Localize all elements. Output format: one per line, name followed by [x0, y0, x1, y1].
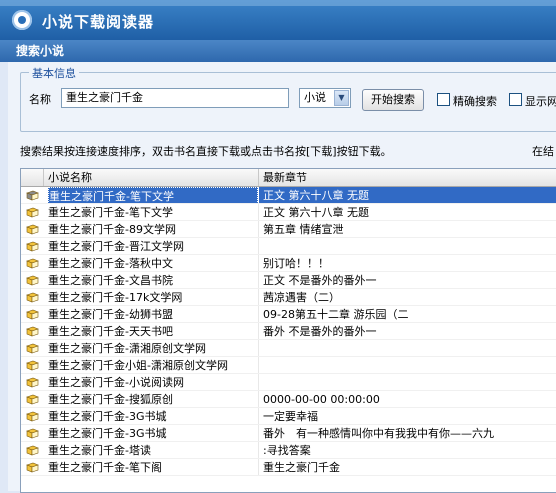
- table-row[interactable]: 重生之豪门千金-潇湘原创文学网: [21, 340, 556, 357]
- cell-latest-chapter: [259, 357, 556, 374]
- table-row[interactable]: 重生之豪门千金-3G书城 番外 有一种感情叫你中有我我中有你——六九: [21, 425, 556, 442]
- table-row[interactable]: 重生之豪门千金-天天书吧 番外 不是番外的番外一: [21, 323, 556, 340]
- table-header: 小说名称 最新章节: [21, 169, 556, 187]
- cell-novel-name[interactable]: 重生之豪门千金-笔下阁: [48, 459, 259, 476]
- table-row[interactable]: 重生之豪门千金-搜狐原创 0000-00-00 00:00:00: [21, 391, 556, 408]
- cell-latest-chapter: 番外 不是番外的番外一: [263, 325, 377, 338]
- book-icon: [26, 445, 39, 456]
- table-row[interactable]: 重生之豪门千金-幼狮书盟 09-28第五十二章 游乐园（二: [21, 306, 556, 323]
- book-icon: [26, 411, 39, 422]
- table-row[interactable]: 重生之豪门千金-笔下阁 重生之豪门千金: [21, 459, 556, 476]
- cell-latest-chapter: 一定要幸福: [263, 410, 318, 423]
- app-title: 小说下载阅读器: [42, 13, 155, 31]
- cell-novel-name[interactable]: 重生之豪门千金-文昌书院: [48, 272, 259, 289]
- cell-latest-chapter: 正文 第六十八章 无题: [263, 206, 369, 219]
- cell-novel-name[interactable]: 重生之豪门千金-17k文学网: [48, 289, 259, 306]
- cell-latest-chapter: 正文 不是番外的番外一: [263, 274, 377, 287]
- cell-latest-chapter: 正文 第六十八章 无题: [259, 187, 556, 204]
- cell-latest-chapter: 09-28第五十二章 游乐园（二: [263, 308, 409, 321]
- cell-latest-chapter: 重生之豪门千金: [263, 461, 340, 474]
- book-icon: [26, 343, 39, 354]
- cell-latest-chapter: 第五章 情绪宣泄: [263, 223, 344, 236]
- table-row[interactable]: 重生之豪门千金-塔读 :寻找答案: [21, 442, 556, 459]
- cell-novel-name[interactable]: 重生之豪门千金-塔读: [48, 442, 259, 459]
- book-icon: [26, 241, 39, 252]
- table-row[interactable]: 重生之豪门千金小姐-潇湘原创文学网: [21, 357, 556, 374]
- book-icon: [26, 462, 39, 473]
- cell-novel-name[interactable]: 重生之豪门千金-3G书城: [48, 425, 259, 442]
- table-row[interactable]: 重生之豪门千金-小说阅读网: [21, 374, 556, 391]
- cell-latest-chapter: 0000-00-00 00:00:00: [263, 393, 380, 406]
- cell-novel-name[interactable]: 重生之豪门千金-天天书吧: [48, 323, 259, 340]
- book-icon: [26, 428, 39, 439]
- type-select[interactable]: 小说 ▼: [299, 88, 351, 108]
- cell-novel-name[interactable]: 重生之豪门千金小姐-潇湘原创文学网: [48, 357, 259, 374]
- group-label: 基本信息: [29, 65, 79, 81]
- show-url-checkbox[interactable]: [509, 93, 522, 106]
- cell-novel-name[interactable]: 重生之豪门千金-落秋中文: [48, 255, 259, 272]
- novel-name-input[interactable]: 重生之豪门千金: [61, 88, 289, 108]
- cell-novel-name[interactable]: 重生之豪门千金-3G书城: [48, 408, 259, 425]
- cell-novel-name[interactable]: 重生之豪门千金-笔下文学: [48, 187, 258, 204]
- header-icon-cell: [21, 169, 44, 186]
- table-row[interactable]: 重生之豪门千金-笔下文学 正文 第六十八章 无题: [21, 187, 556, 204]
- col-header-name[interactable]: 小说名称: [44, 169, 259, 186]
- results-table[interactable]: 小说名称 最新章节 重生之豪门千金-笔下文学 正文 第六十八章 无题 重生之豪门千金…: [20, 168, 556, 493]
- table-row[interactable]: 重生之豪门千金-落秋中文 别订哈！！！: [21, 255, 556, 272]
- table-row[interactable]: 重生之豪门千金-89文学网 第五章 情绪宣泄: [21, 221, 556, 238]
- dialog-body: 基本信息 名称 重生之豪门千金 小说 ▼ 开始搜索 精确搜索 显示网址 搜索结果…: [8, 62, 556, 493]
- cell-latest-chapter: [259, 238, 556, 255]
- status-text: 在结: [532, 145, 554, 158]
- app-title-bar: 小说下载阅读器: [0, 0, 556, 40]
- col-header-chapter[interactable]: 最新章节: [259, 169, 556, 186]
- book-icon: [26, 360, 39, 371]
- app-logo-icon: [12, 10, 32, 30]
- name-label: 名称: [29, 93, 51, 106]
- start-search-button[interactable]: 开始搜索: [362, 89, 424, 111]
- cell-latest-chapter: 茜凉遇害（二）: [263, 291, 340, 304]
- cell-latest-chapter: [259, 374, 556, 391]
- cell-novel-name[interactable]: 重生之豪门千金-幼狮书盟: [48, 306, 259, 323]
- cell-novel-name[interactable]: 重生之豪门千金-晋江文学网: [48, 238, 259, 255]
- cell-novel-name[interactable]: 重生之豪门千金-潇湘原创文学网: [48, 340, 259, 357]
- book-icon: [26, 275, 39, 286]
- show-url-label: 显示网址: [525, 95, 556, 108]
- table-row[interactable]: 重生之豪门千金-笔下文学 正文 第六十八章 无题: [21, 204, 556, 221]
- table-row[interactable]: 重生之豪门千金-17k文学网 茜凉遇害（二）: [21, 289, 556, 306]
- instruction-text: 搜索结果按连接速度排序，双击书名直接下载或点击书名按[下载]按钮下载。: [20, 145, 392, 158]
- cell-latest-chapter: :寻找答案: [263, 444, 311, 457]
- exact-search-label: 精确搜索: [453, 95, 497, 108]
- book-icon: [26, 326, 39, 337]
- cell-latest-chapter: 别订哈！！！: [263, 257, 329, 270]
- book-icon: [26, 292, 39, 303]
- cell-novel-name[interactable]: 重生之豪门千金-小说阅读网: [48, 374, 259, 391]
- basic-info-group: 基本信息 名称 重生之豪门千金 小说 ▼ 开始搜索 精确搜索 显示网址: [20, 65, 556, 132]
- book-icon: [26, 394, 39, 405]
- cell-latest-chapter: [259, 340, 556, 357]
- cell-novel-name[interactable]: 重生之豪门千金-89文学网: [48, 221, 259, 238]
- book-icon: [26, 207, 39, 218]
- table-row[interactable]: 重生之豪门千金-3G书城 一定要幸福: [21, 408, 556, 425]
- cell-novel-name[interactable]: 重生之豪门千金-笔下文学: [48, 204, 259, 221]
- book-icon: [26, 258, 39, 269]
- book-icon: [26, 309, 39, 320]
- title-bar-strip: [0, 0, 556, 6]
- book-icon: [26, 224, 39, 235]
- chevron-down-icon[interactable]: ▼: [334, 90, 349, 106]
- dialog-title: 搜索小说: [0, 40, 556, 62]
- cell-novel-name[interactable]: 重生之豪门千金-搜狐原创: [48, 391, 259, 408]
- cell-latest-chapter: 番外 有一种感情叫你中有我我中有你——六九: [263, 427, 494, 440]
- type-select-value: 小说: [304, 91, 326, 104]
- table-row[interactable]: 重生之豪门千金-晋江文学网: [21, 238, 556, 255]
- book-icon: [26, 377, 39, 388]
- table-row[interactable]: 重生之豪门千金-文昌书院 正文 不是番外的番外一: [21, 272, 556, 289]
- book-icon: [26, 190, 39, 201]
- row-divider: [21, 475, 556, 476]
- exact-search-checkbox[interactable]: [437, 93, 450, 106]
